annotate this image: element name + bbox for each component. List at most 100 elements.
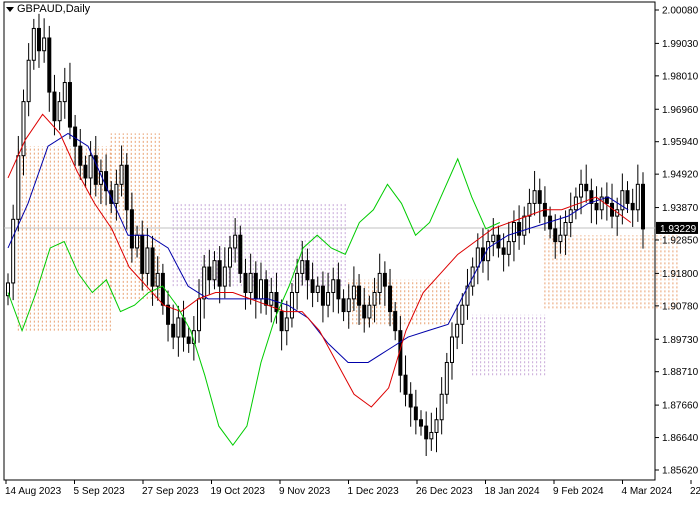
candle-body <box>176 317 181 338</box>
candle-body <box>21 101 26 157</box>
x-tick-label: 22 Mar 2024 <box>690 486 700 497</box>
candle-body <box>584 183 589 192</box>
candle-body <box>336 279 341 300</box>
candle-body <box>449 336 454 363</box>
candle-body <box>202 266 207 300</box>
candle-body <box>150 247 155 287</box>
candle-body <box>279 311 284 332</box>
candle-body <box>155 272 160 287</box>
x-tick-label: 27 Sep 2023 <box>142 486 199 497</box>
candle-body <box>42 37 47 52</box>
candle-body <box>238 234 243 274</box>
y-tick-label: 1.86640 <box>662 433 699 444</box>
candle-body <box>11 218 16 284</box>
y-tick-label: 1.85620 <box>662 466 699 477</box>
candle-body <box>537 190 542 204</box>
dropdown-triangle-icon[interactable] <box>6 6 14 12</box>
candle-body <box>16 155 21 220</box>
price-chart[interactable]: 2.00080 1.99030 1.98010 1.96960 1.95940 1.949… <box>0 0 700 500</box>
candle-body <box>73 126 78 147</box>
y-tick-label: 1.96960 <box>662 105 699 116</box>
candle-body <box>135 234 140 249</box>
candle-body <box>475 247 480 268</box>
candle-body <box>258 279 263 300</box>
y-tick-label: 1.93870 <box>662 203 699 214</box>
candle-body <box>413 406 418 421</box>
x-tick-label: 9 Feb 2024 <box>553 486 604 497</box>
chikou-line <box>7 157 501 447</box>
chart-window[interactable]: GBPAUD,Daily 2.00080 1.99030 1.98010 1.9696… <box>0 0 700 500</box>
candle-body <box>52 91 57 122</box>
candle-body <box>351 285 356 300</box>
candle-body <box>171 323 176 338</box>
candle-body <box>233 234 238 249</box>
candle-body <box>563 222 568 236</box>
candle-body <box>197 298 202 332</box>
candle-body <box>129 209 134 249</box>
y-tick-label: 1.98010 <box>662 71 699 82</box>
candle-body <box>486 241 491 262</box>
candle-body <box>517 222 522 236</box>
candle-body <box>160 272 165 306</box>
candle-body <box>594 202 599 211</box>
candle-body <box>553 228 558 243</box>
y-tick-label: 1.94920 <box>662 170 699 181</box>
candle-body <box>419 419 424 427</box>
candle-body <box>114 183 119 204</box>
candle-body <box>527 202 532 217</box>
candle-body <box>635 183 640 211</box>
candle-body <box>382 272 387 287</box>
candle-body <box>532 190 537 204</box>
candle-body <box>372 291 377 306</box>
candle-body <box>625 190 630 204</box>
candle-body <box>217 260 222 287</box>
candle-body <box>62 82 67 103</box>
candle-body <box>269 291 274 306</box>
candle-body <box>166 304 171 325</box>
y-tick-label: 1.92850 <box>662 236 699 247</box>
y-tick-label: 1.91800 <box>662 269 699 280</box>
candle-body <box>88 155 93 179</box>
candle-body <box>589 190 594 204</box>
candle-body <box>36 27 41 52</box>
candle-body <box>641 183 645 230</box>
candle-body <box>506 241 511 255</box>
x-tick-label: 19 Oct 2023 <box>211 486 266 497</box>
candle-body <box>186 336 191 344</box>
candle-body <box>429 431 434 440</box>
x-tick-label: 1 Dec 2023 <box>348 486 400 497</box>
candle-body <box>26 59 31 103</box>
candle-body <box>326 291 331 306</box>
y-tick-label: 2.00080 <box>662 6 699 17</box>
candle-body <box>253 272 258 300</box>
candle-body <box>403 374 408 395</box>
candle-body <box>310 279 315 293</box>
candle-body <box>248 272 253 293</box>
candle-body <box>362 304 367 319</box>
candle-body <box>444 361 449 395</box>
candle-body <box>357 285 362 306</box>
y-tick-label: 1.89730 <box>662 335 699 346</box>
candle-body <box>222 266 227 287</box>
candle-body <box>315 285 320 293</box>
candle-body <box>346 298 351 313</box>
candle-body <box>227 247 232 268</box>
candle-body <box>388 285 393 313</box>
candle-body <box>243 272 248 293</box>
candle-body <box>284 317 289 332</box>
candle-body <box>367 304 372 319</box>
candle-body <box>424 425 429 440</box>
candle-body <box>558 234 563 243</box>
candle-body <box>67 82 72 128</box>
candle-body <box>78 145 83 166</box>
candle-body <box>341 298 346 313</box>
tenkan-line <box>7 113 632 408</box>
x-tick-label: 18 Jan 2024 <box>485 486 540 497</box>
candle-body <box>181 317 186 338</box>
candle-body <box>573 196 578 211</box>
candle-body <box>320 285 325 306</box>
symbol-label: GBPAUD,Daily <box>17 3 91 15</box>
symbol-title[interactable]: GBPAUD,Daily <box>6 3 90 15</box>
candle-body <box>295 272 300 293</box>
candle-body <box>47 37 52 93</box>
